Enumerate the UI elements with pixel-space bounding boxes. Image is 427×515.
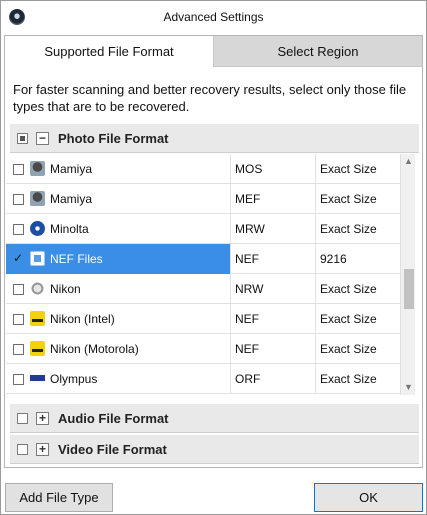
group-audio-checkbox[interactable] bbox=[17, 413, 28, 424]
mamiya-icon bbox=[30, 191, 45, 206]
row-checkbox[interactable] bbox=[13, 374, 24, 385]
table-row[interactable]: Nikon (Motorola) NEF Exact Size bbox=[6, 334, 400, 364]
file-type-name: Olympus bbox=[50, 372, 98, 386]
size-cell: Exact Size bbox=[320, 222, 377, 236]
table-row[interactable]: Mamiya MEF Exact Size bbox=[6, 184, 400, 214]
vertical-scrollbar[interactable]: ▲ ▼ bbox=[400, 154, 415, 395]
table-row-selected[interactable]: ✓ NEF Files NEF 9216 bbox=[6, 244, 400, 274]
name-cell: Mamiya bbox=[6, 184, 231, 214]
mamiya-icon bbox=[30, 161, 45, 176]
expand-icon[interactable]: + bbox=[36, 412, 49, 425]
table-row[interactable]: Nikon NRW Exact Size bbox=[6, 274, 400, 304]
group-photo-checkbox[interactable] bbox=[17, 133, 28, 144]
name-cell: Nikon (Motorola) bbox=[6, 334, 231, 364]
nikon-icon bbox=[30, 341, 45, 356]
window-title: Advanced Settings bbox=[163, 10, 264, 24]
tab-strip: Supported File Format Select Region bbox=[5, 36, 422, 67]
tab-select-region[interactable]: Select Region bbox=[214, 36, 422, 67]
scroll-up-arrow-icon[interactable]: ▲ bbox=[401, 154, 415, 169]
group-audio-file-format[interactable]: + Audio File Format bbox=[10, 404, 419, 433]
row-checkbox[interactable] bbox=[13, 284, 24, 295]
extension-cell: MOS bbox=[231, 154, 316, 184]
table-row[interactable]: Minolta MRW Exact Size bbox=[6, 214, 400, 244]
advanced-settings-window: Advanced Settings Supported File Format … bbox=[0, 0, 427, 515]
extension-cell: NRW bbox=[231, 274, 316, 304]
row-checkbox[interactable] bbox=[13, 314, 24, 325]
name-cell: Minolta bbox=[6, 214, 231, 244]
extension-cell: MRW bbox=[231, 214, 316, 244]
row-checkbox-checked[interactable]: ✓ bbox=[13, 252, 24, 264]
group-video-file-format[interactable]: + Video File Format bbox=[10, 435, 419, 464]
table-row[interactable]: Mamiya MOS Exact Size bbox=[6, 154, 400, 184]
extension-cell: ORF bbox=[231, 364, 316, 394]
row-checkbox[interactable] bbox=[13, 164, 24, 175]
row-checkbox[interactable] bbox=[13, 194, 24, 205]
minolta-icon bbox=[30, 221, 45, 236]
group-photo-file-format[interactable]: − Photo File Format bbox=[10, 124, 419, 153]
file-type-name: Nikon bbox=[50, 282, 81, 296]
name-cell: Olympus bbox=[6, 364, 231, 394]
title-bar: Advanced Settings bbox=[1, 1, 426, 34]
description-text: For faster scanning and better recovery … bbox=[13, 82, 407, 114]
tab-supported-file-format[interactable]: Supported File Format bbox=[5, 36, 214, 67]
ok-button[interactable]: OK bbox=[314, 483, 423, 512]
name-cell: Mamiya bbox=[6, 154, 231, 184]
extension-cell: NEF bbox=[231, 304, 316, 334]
nef-file-icon bbox=[30, 251, 45, 266]
group-audio-title: Audio File Format bbox=[58, 411, 169, 426]
file-type-name: Mamiya bbox=[50, 192, 93, 206]
table-row[interactable]: Nikon (Intel) NEF Exact Size bbox=[6, 304, 400, 334]
size-cell[interactable]: 9216 bbox=[316, 244, 400, 274]
group-video-checkbox[interactable] bbox=[17, 444, 28, 455]
nikon-camera-icon bbox=[30, 281, 45, 296]
extension-cell: NEF bbox=[231, 334, 316, 364]
row-checkbox[interactable] bbox=[13, 344, 24, 355]
size-cell: Exact Size bbox=[320, 372, 377, 386]
name-cell: Nikon bbox=[6, 274, 231, 304]
size-cell: Exact Size bbox=[320, 162, 377, 176]
add-file-type-button[interactable]: Add File Type bbox=[5, 483, 113, 512]
group-photo-title: Photo File Format bbox=[58, 131, 169, 146]
size-cell: Exact Size bbox=[320, 342, 377, 356]
file-type-name: Minolta bbox=[50, 222, 89, 236]
nikon-icon bbox=[30, 311, 45, 326]
file-type-name: Mamiya bbox=[50, 162, 93, 176]
name-cell: ✓ NEF Files bbox=[6, 244, 231, 274]
file-type-name: Nikon (Intel) bbox=[50, 312, 115, 326]
extension-cell: NEF bbox=[231, 244, 316, 274]
file-type-name: Nikon (Motorola) bbox=[50, 342, 139, 356]
extension-cell: MEF bbox=[231, 184, 316, 214]
name-cell: Nikon (Intel) bbox=[6, 304, 231, 334]
size-cell: Exact Size bbox=[320, 192, 377, 206]
scroll-down-arrow-icon[interactable]: ▼ bbox=[401, 380, 415, 395]
file-type-name: NEF Files bbox=[50, 252, 103, 266]
expand-icon[interactable]: + bbox=[36, 443, 49, 456]
app-logo-icon bbox=[9, 9, 25, 25]
olympus-icon bbox=[30, 371, 45, 386]
size-cell: Exact Size bbox=[320, 282, 377, 296]
group-video-title: Video File Format bbox=[58, 442, 167, 457]
file-type-table: Mamiya MOS Exact Size Mamiya MEF Exact S… bbox=[6, 154, 415, 395]
collapse-icon[interactable]: − bbox=[36, 132, 49, 145]
scrollbar-thumb[interactable] bbox=[404, 269, 414, 309]
table-row[interactable]: Olympus ORF Exact Size bbox=[6, 364, 400, 394]
size-cell: Exact Size bbox=[320, 312, 377, 326]
row-checkbox[interactable] bbox=[13, 224, 24, 235]
